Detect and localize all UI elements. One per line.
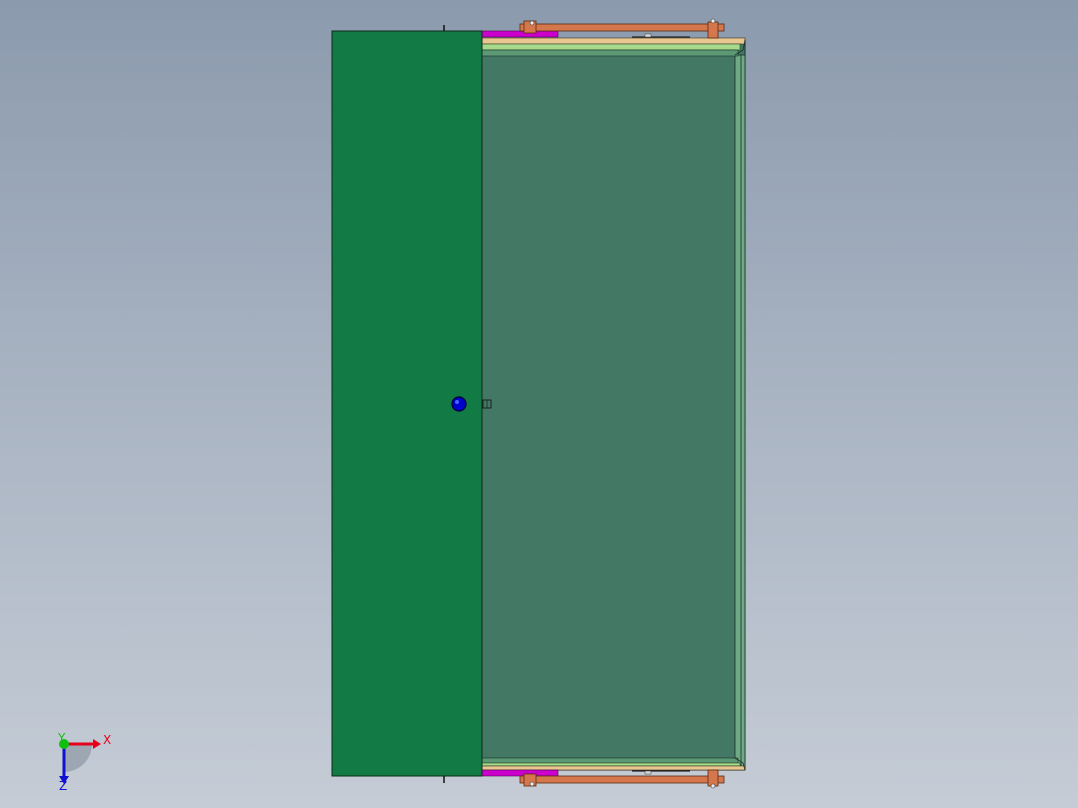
reference-triad: X Y Z — [57, 731, 111, 793]
triad-shadow — [64, 744, 92, 772]
z-axis-label: Z — [59, 779, 67, 793]
inner-body[interactable] — [481, 37, 746, 771]
bottom-rail-screw-left — [529, 781, 535, 787]
top-band-tan — [481, 37, 746, 45]
bottom-band-lightgreen — [481, 762, 741, 767]
x-axis-arrow — [93, 739, 101, 749]
top-rail-clip — [644, 33, 652, 38]
bottom-band-green — [481, 757, 739, 764]
top-rail-post-right — [707, 21, 719, 39]
bottom-rail-clip — [644, 770, 652, 775]
magenta-strip-bottom[interactable] — [481, 769, 559, 777]
bottom-rail-post-right — [707, 769, 719, 787]
origin-marker[interactable] — [451, 396, 467, 412]
bottom-rail-bar[interactable] — [519, 775, 725, 784]
model-view[interactable]: X Y Z — [0, 0, 1078, 808]
graphics-viewport[interactable]: X Y Z — [0, 0, 1078, 808]
bottom-rail-screw-right — [710, 783, 716, 789]
x-axis-label: X — [103, 733, 111, 747]
bottom-band-tan — [481, 765, 746, 771]
right-edge-band — [734, 54, 746, 768]
magenta-strip-top[interactable] — [481, 30, 559, 38]
top-rail-bar[interactable] — [519, 23, 725, 32]
inner-panel[interactable] — [481, 39, 746, 771]
top-rail-screw-right — [710, 18, 716, 24]
origin-marker-highlight — [455, 400, 459, 404]
top-band-green — [481, 49, 739, 57]
top-band-lightgreen — [481, 43, 741, 51]
y-axis-label: Y — [57, 731, 66, 745]
top-rail-screw-left — [529, 20, 535, 26]
